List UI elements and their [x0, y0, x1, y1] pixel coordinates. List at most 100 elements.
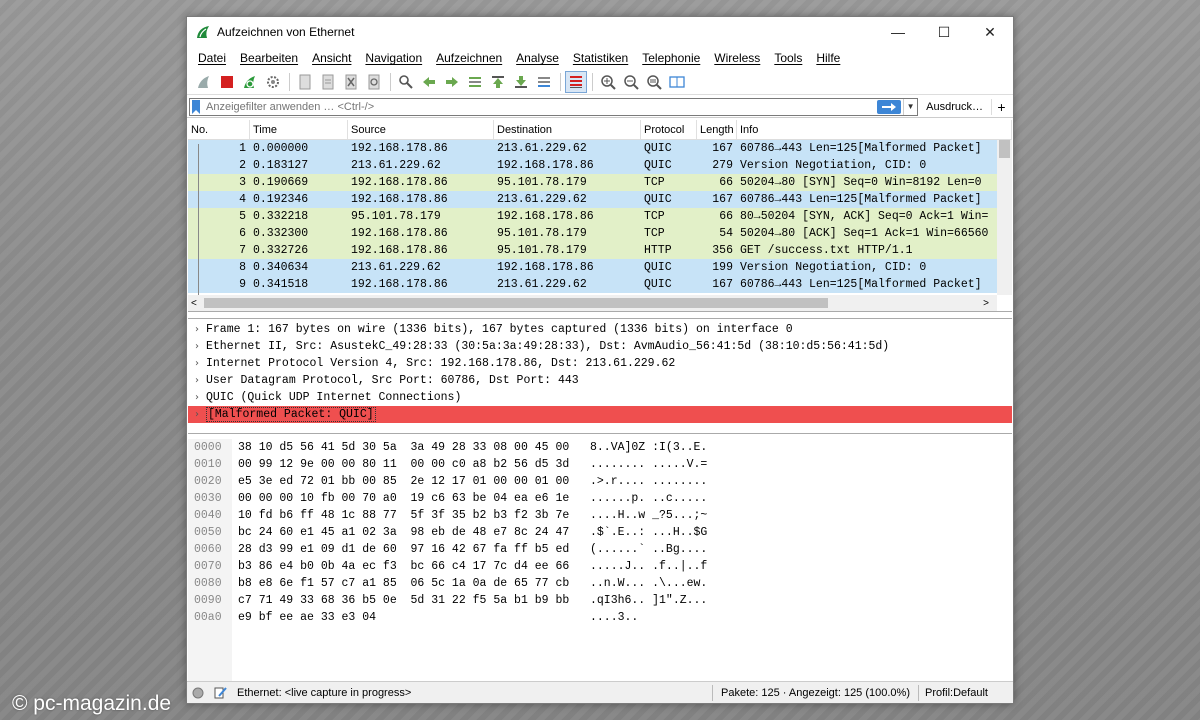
close-file-icon[interactable]	[340, 71, 362, 93]
minimize-button[interactable]: —	[875, 17, 921, 47]
cell-destination: 95.101.78.179	[497, 176, 587, 189]
col-header-destination[interactable]: Destination	[494, 120, 641, 139]
packet-list: No. Time Source Destination Protocol Len…	[188, 120, 1012, 312]
scroll-left-icon[interactable]: <	[191, 298, 197, 309]
hex-line[interactable]: 0090 c7 71 49 33 68 36 b5 0e 5d 31 22 f5 …	[188, 594, 707, 610]
shark-fin-icon[interactable]	[193, 71, 215, 93]
detail-row[interactable]: › Ethernet II, Src: AsustekC_49:28:33 (30…	[188, 338, 1012, 355]
autoscroll-icon[interactable]	[533, 71, 555, 93]
hex-bytes: e5 3e ed 72 01 bb 00 85 2e 12 17 01 00 0…	[238, 475, 570, 488]
capture-comment-icon[interactable]	[209, 686, 231, 700]
open-file-icon[interactable]	[294, 71, 316, 93]
menu-ansicht[interactable]: Ansicht	[305, 51, 358, 65]
menu-statistiken[interactable]: Statistiken	[566, 51, 635, 65]
close-button[interactable]: ✕	[967, 17, 1013, 47]
expression-button[interactable]: Ausdruck…	[918, 101, 991, 113]
add-filter-button[interactable]: +	[991, 98, 1011, 115]
menu-telephonie[interactable]: Telephonie	[635, 51, 707, 65]
filter-history-chevron-icon[interactable]: ▼	[903, 98, 917, 115]
resize-columns-icon[interactable]	[666, 71, 688, 93]
zoom-in-icon[interactable]	[597, 71, 619, 93]
hex-line[interactable]: 0060 28 d3 99 e1 09 d1 de 60 97 16 42 67 …	[188, 543, 707, 559]
expert-info-icon[interactable]	[187, 687, 209, 699]
col-header-length[interactable]: Length	[697, 120, 737, 139]
col-header-time[interactable]: Time	[250, 120, 348, 139]
cell-source: 213.61.229.62	[351, 159, 441, 172]
save-file-icon[interactable]	[317, 71, 339, 93]
hex-line[interactable]: 0000 38 10 d5 56 41 5d 30 5a 3a 49 28 33 …	[188, 441, 707, 457]
profile-status[interactable]: Profil:Default	[919, 687, 1013, 699]
col-header-protocol[interactable]: Protocol	[641, 120, 697, 139]
table-row[interactable]: 6 0.332300 192.168.178.86 95.101.78.179 TCP 5…	[188, 225, 1012, 242]
scroll-right-icon[interactable]: >	[983, 298, 989, 309]
back-icon[interactable]	[418, 71, 440, 93]
expand-chevron-icon[interactable]: ›	[188, 341, 206, 352]
options-gear-icon[interactable]	[262, 71, 284, 93]
display-filter-input[interactable]	[202, 98, 878, 115]
hex-line[interactable]: 0040 10 fd b6 ff 48 1c 88 77 5f 3f 35 b2 …	[188, 509, 707, 525]
expand-chevron-icon[interactable]: ›	[188, 409, 206, 420]
menu-navigation[interactable]: Navigation	[358, 51, 429, 65]
table-row[interactable]: 8 0.340634 213.61.229.62 192.168.178.86 QUIC…	[188, 259, 1012, 276]
hex-line[interactable]: 0070 b3 86 e4 b0 0b 4a ec f3 bc 66 c4 17 …	[188, 560, 707, 576]
table-row[interactable]: 3 0.190669 192.168.178.86 95.101.78.179 TCP 6…	[188, 174, 1012, 191]
menu-bearbeiten[interactable]: Bearbeiten	[233, 51, 305, 65]
packet-details: › Frame 1: 167 bytes on wire (1336 bits),…	[188, 318, 1012, 434]
zoom-reset-icon[interactable]	[643, 71, 665, 93]
hex-line[interactable]: 0080 b8 e8 6e f1 57 c7 a1 85 06 5c 1a 0a …	[188, 577, 707, 593]
stop-icon[interactable]	[216, 71, 238, 93]
packet-count-status: Pakete: 125 · Angezeigt: 125 (100.0%)	[721, 686, 910, 699]
last-icon[interactable]	[510, 71, 532, 93]
table-row[interactable]: 9 0.341518 192.168.178.86 213.61.229.62 QUIC…	[188, 276, 1012, 293]
col-header-source[interactable]: Source	[348, 120, 494, 139]
cell-source: 213.61.229.62	[351, 261, 441, 274]
hex-line[interactable]: 0020 e5 3e ed 72 01 bb 00 85 2e 12 17 01 …	[188, 475, 707, 491]
bookmark-icon[interactable]	[190, 98, 202, 116]
detail-row[interactable]: › Internet Protocol Version 4, Src: 192.1…	[188, 355, 1012, 372]
detail-text: User Datagram Protocol, Src Port: 60786,…	[206, 374, 579, 387]
hex-ascii: 8..VA]0Z :I(3..E.	[590, 441, 708, 454]
first-icon[interactable]	[487, 71, 509, 93]
detail-row-malformed[interactable]: › [Malformed Packet: QUIC]	[188, 406, 1012, 423]
colorize-icon[interactable]	[565, 70, 587, 93]
detail-row[interactable]: › User Datagram Protocol, Src Port: 60786…	[188, 372, 1012, 389]
hex-line[interactable]: 00a0 e9 bf ee ae 33 e3 04 ....3..	[188, 611, 638, 627]
packet-list-vscrollbar[interactable]	[997, 140, 1012, 295]
goto-icon[interactable]	[464, 71, 486, 93]
table-row[interactable]: 2 0.183127 213.61.229.62 192.168.178.86 QUIC…	[188, 157, 1012, 174]
packet-bytes: 0000 38 10 d5 56 41 5d 30 5a 3a 49 28 33 …	[188, 439, 1012, 681]
expand-chevron-icon[interactable]: ›	[188, 324, 206, 335]
packet-list-hscrollbar[interactable]: < >	[188, 295, 997, 311]
expand-chevron-icon[interactable]: ›	[188, 392, 206, 403]
expand-chevron-icon[interactable]: ›	[188, 375, 206, 386]
menu-aufzeichnen[interactable]: Aufzeichnen	[429, 51, 509, 65]
cell-destination: 192.168.178.86	[497, 261, 594, 274]
detail-row[interactable]: › Frame 1: 167 bytes on wire (1336 bits),…	[188, 321, 1012, 338]
reload-icon[interactable]	[363, 71, 385, 93]
col-header-no[interactable]: No.	[188, 120, 250, 139]
forward-icon[interactable]	[441, 71, 463, 93]
detail-text: Ethernet II, Src: AsustekC_49:28:33 (30:…	[206, 340, 890, 353]
maximize-button[interactable]: ☐	[921, 17, 967, 47]
table-row[interactable]: 1 0.000000 192.168.178.86 213.61.229.62 QUIC…	[188, 140, 1012, 157]
hex-line[interactable]: 0050 bc 24 60 e1 45 a1 02 3a 98 eb de 48 …	[188, 526, 707, 542]
menu-hilfe[interactable]: Hilfe	[809, 51, 847, 65]
apply-filter-arrow-icon[interactable]	[877, 99, 902, 114]
menu-tools[interactable]: Tools	[767, 51, 809, 65]
detail-row[interactable]: › QUIC (Quick UDP Internet Connections)	[188, 389, 1012, 406]
hex-line[interactable]: 0010 00 99 12 9e 00 00 80 11 00 00 c0 a8 …	[188, 458, 707, 474]
menu-wireless[interactable]: Wireless	[707, 51, 767, 65]
expand-chevron-icon[interactable]: ›	[188, 358, 206, 369]
col-header-info[interactable]: Info	[737, 120, 1012, 139]
find-icon[interactable]	[395, 71, 417, 93]
menu-datei[interactable]: Datei	[191, 51, 233, 65]
detail-text: [Malformed Packet: QUIC]	[206, 407, 376, 422]
table-row[interactable]: 7 0.332726 192.168.178.86 95.101.78.179 HTTP…	[188, 242, 1012, 259]
hex-line[interactable]: 0030 00 00 00 10 fb 00 70 a0 19 c6 63 be …	[188, 492, 707, 508]
restart-icon[interactable]	[239, 71, 261, 93]
packet-rows: 1 0.000000 192.168.178.86 213.61.229.62 QUIC…	[188, 140, 1012, 293]
zoom-out-icon[interactable]	[620, 71, 642, 93]
menu-analyse[interactable]: Analyse	[509, 51, 566, 65]
table-row[interactable]: 5 0.332218 95.101.78.179 192.168.178.86 TCP 6…	[188, 208, 1012, 225]
table-row[interactable]: 4 0.192346 192.168.178.86 213.61.229.62 QUIC…	[188, 191, 1012, 208]
